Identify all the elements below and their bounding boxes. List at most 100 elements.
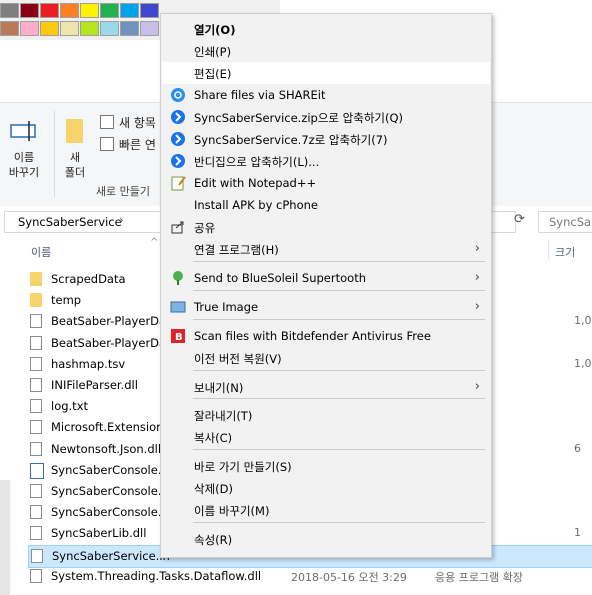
menu-item[interactable]: 삭제(D) [162,477,490,499]
menu-item[interactable]: 복사(C) [162,426,490,448]
color-swatch[interactable] [120,3,139,18]
left-pane-scrollbar[interactable] [0,480,10,595]
menu-item[interactable]: 잘라내기(T) [162,404,490,426]
file-name: SyncSaberLib.dll [51,526,147,541]
menu-item[interactable]: 연결 프로그램(H) › [162,238,490,260]
menu-item[interactable]: Edit with Notepad++ [162,172,490,194]
menu-item[interactable]: 속성(R) [162,528,490,550]
search-placeholder: SyncSab [549,215,592,229]
color-swatch[interactable] [60,3,79,18]
color-swatch[interactable] [140,21,159,36]
menu-item[interactable]: 보내기(N) › [162,376,490,398]
color-swatch[interactable] [0,21,19,36]
color-swatch[interactable] [60,21,79,36]
menu-item-label: Edit with Notepad++ [194,176,317,190]
menu-separator [193,370,485,371]
quick-access-button[interactable]: 빠른 연 [100,135,160,153]
menu-item-label: Install APK by cPhone [194,198,318,212]
color-swatch[interactable] [100,3,119,18]
folder-icon [30,293,42,308]
bitdefender-icon: B [170,328,186,344]
menu-separator [193,449,485,450]
menu-item-label: 이름 바꾸기(M) [194,504,270,518]
notepad-plus-plus-icon [170,175,186,191]
new-item-icon [100,115,114,129]
file-name: Newtonsoft.Json.dll [51,441,162,456]
chevron-right-icon: › [474,379,480,394]
bandizip-icon [170,153,186,169]
dll-file-icon [30,378,42,392]
file-row[interactable]: System.Threading.Tasks.Dataflow.dll 2018-… [28,566,592,587]
settings-file-icon [31,548,43,563]
menu-item-label: 복사(C) [194,431,233,445]
rename-button[interactable]: 이름 바꾸기 [4,115,44,185]
search-input[interactable]: SyncSab [538,211,592,233]
ribbon-group-new-label: 새로 만들기 [95,185,151,198]
svg-text:B: B [175,332,183,343]
file-name: ScrapedData [51,272,126,286]
color-swatch[interactable] [80,21,99,36]
color-swatch[interactable] [20,3,39,18]
menu-item[interactable]: 열기(O) [162,18,490,40]
file-icon [30,505,42,520]
file-date: 2018-05-16 오전 3:29 [291,570,407,584]
menu-item[interactable]: 이름 바꾸기(M) [162,499,490,521]
menu-item[interactable]: SyncSaberService.zip으로 압축하기(Q) [162,106,490,128]
file-name: SyncSaberConsole.e [51,484,169,498]
menu-item-label: SyncSaberService.zip으로 압축하기(Q) [194,111,404,125]
column-header-name[interactable]: 이름 [31,244,51,260]
new-folder-label-2: 폴더 [64,166,86,179]
quick-access-label: 빠른 연 [119,138,156,152]
menu-item[interactable]: Install APK by cPhone [162,194,490,216]
column-header-size[interactable]: 크기 [555,244,575,260]
bandizip-icon [170,109,186,125]
menu-item[interactable]: Send to BlueSoleil Supertooth › [162,267,490,289]
shareit-icon [170,87,186,103]
menu-item[interactable]: 공유 [162,216,490,238]
ribbon-divider [54,111,55,197]
color-swatch[interactable] [40,21,59,36]
bandizip-icon [170,131,186,147]
color-swatch[interactable] [80,3,99,18]
menu-item[interactable]: 인쇄(P) [162,40,490,62]
menu-item-label: 열기(O) [194,23,236,37]
refresh-icon[interactable]: ⟳ [514,212,525,227]
color-swatch[interactable] [120,21,139,36]
menu-item[interactable]: True Image › [162,296,490,318]
menu-item-label: 편집(E) [194,67,232,81]
menu-item[interactable]: 이전 버전 복원(V) [162,347,490,369]
quick-access-icon [100,137,114,151]
context-menu: 열기(O) 인쇄(P) 편집(E) Share files via SHAREit Sy… [160,13,492,558]
file-size: 1 [574,526,581,540]
dll-file-icon [30,526,42,541]
menu-item[interactable]: Share files via SHAREit [162,84,490,106]
file-size: 1,0 [574,314,592,328]
color-swatch[interactable] [100,21,119,36]
color-swatch[interactable] [40,3,59,18]
file-icon [30,484,42,498]
menu-item[interactable]: B Scan files with Bitdefender Antivirus F… [162,325,490,347]
color-swatch[interactable] [0,3,19,18]
menu-item[interactable]: 반디집으로 압축하기(L)... [162,150,490,172]
menu-separator [193,398,485,399]
file-name: log.txt [51,399,89,414]
color-swatch[interactable] [20,21,39,36]
file-name: SyncSaberService.in [52,548,170,563]
menu-item[interactable]: 편집(E) [162,62,490,84]
new-folder-button[interactable]: 새 폴더 [60,115,90,185]
menu-item[interactable]: 바로 가기 만들기(S) [162,455,490,477]
color-swatch[interactable] [140,3,159,18]
menu-item-label: 속성(R) [194,533,233,547]
file-name: BeatSaber-PlayerDat [51,335,171,350]
file-size: 1,0 [574,356,592,370]
menu-item-label: 잘라내기(T) [194,409,253,423]
menu-separator [193,319,485,320]
chevron-right-icon: › [474,299,480,314]
dll-file-icon [30,441,42,456]
chevron-right-icon[interactable]: › [119,213,124,227]
breadcrumb-path[interactable]: SyncSaberService [18,215,122,229]
menu-item[interactable]: SyncSaberService.7z로 압축하기(7) [162,128,490,150]
menu-item-label: Send to BlueSoleil Supertooth [194,271,366,285]
file-name: SyncSaberConsole.e [51,462,169,477]
new-item-button[interactable]: 새 항목 [100,113,160,131]
